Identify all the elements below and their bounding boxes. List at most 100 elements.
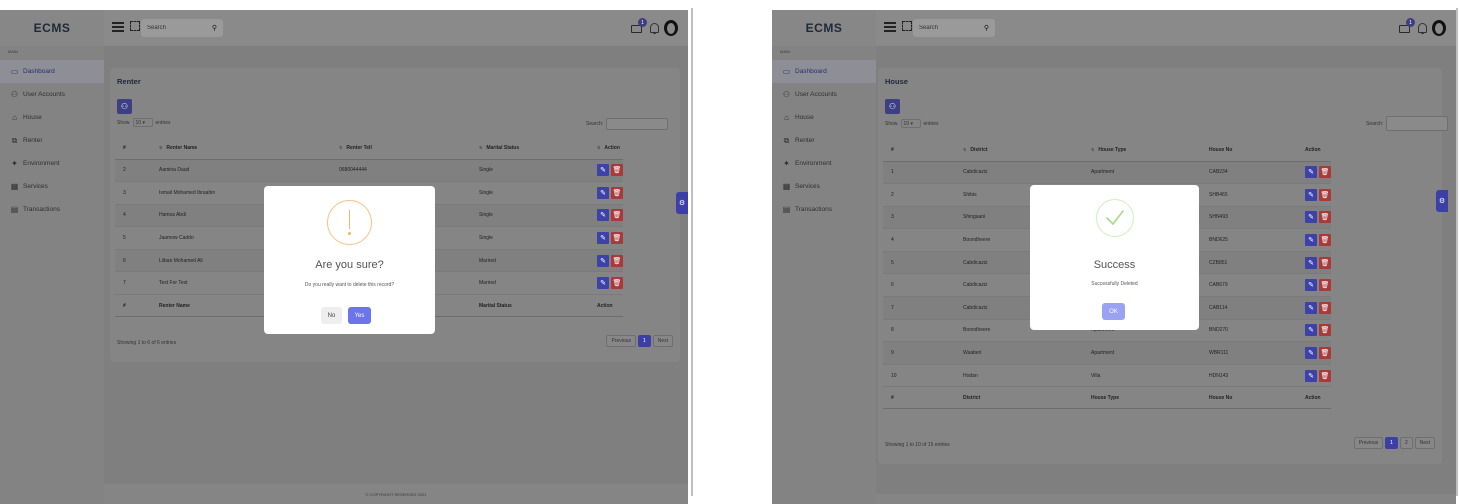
menu-icon[interactable]: [884, 22, 896, 32]
sun-icon: ✦: [11, 159, 18, 168]
sidebar-item-transactions[interactable]: ▤ Transactions: [0, 198, 104, 221]
pager-next[interactable]: Next: [1414, 437, 1435, 449]
search-icon[interactable]: ⚲: [984, 24, 989, 32]
copy-icon: ⧉: [11, 135, 18, 145]
user-plus-icon: ⚇: [120, 102, 129, 111]
menu-icon[interactable]: [112, 22, 124, 32]
column-header[interactable]: Action: [1297, 139, 1331, 162]
edit-icon[interactable]: ✎: [1305, 347, 1317, 360]
search-input[interactable]: [919, 25, 973, 31]
edit-icon[interactable]: ✎: [597, 186, 609, 199]
pager-previous[interactable]: Previous: [1353, 437, 1384, 449]
edit-icon[interactable]: ✎: [1305, 301, 1317, 314]
column-header[interactable]: ⇅ Renter Tell: [331, 137, 471, 160]
pager-previous[interactable]: Previous: [606, 335, 636, 347]
fullscreen-icon[interactable]: [902, 21, 912, 31]
edit-icon[interactable]: ✎: [1305, 279, 1317, 292]
trash-icon[interactable]: 🗑: [611, 277, 623, 290]
edit-icon[interactable]: ✎: [597, 254, 609, 267]
sidebar-item-user-accounts[interactable]: ⚇ User Accounts: [0, 83, 104, 106]
bell-icon[interactable]: [649, 22, 659, 34]
trash-icon[interactable]: 🗑: [1319, 324, 1331, 337]
no-button[interactable]: No: [321, 307, 342, 324]
fullscreen-icon[interactable]: [130, 21, 140, 31]
table-header-row: # ⇅ Renter Name ⇅ Renter Tell ⇅ Marital Sta…: [115, 137, 623, 160]
trash-icon[interactable]: 🗑: [1319, 369, 1331, 382]
sidebar-item-renter[interactable]: ⧉ Renter: [772, 129, 876, 152]
trash-icon[interactable]: 🗑: [611, 186, 623, 199]
sidebar-item-transactions[interactable]: ▤ Transactions: [772, 198, 876, 221]
grid-icon: ▤: [10, 205, 19, 214]
edit-icon[interactable]: ✎: [597, 164, 609, 177]
entries-select[interactable]: 10 ▾: [132, 118, 153, 127]
column-header[interactable]: ⇅ Action: [589, 137, 623, 160]
search-label: Search:: [586, 121, 604, 127]
sidebar-item-dashboard[interactable]: ▭ Dashboard: [772, 60, 876, 83]
settings-gear-icon[interactable]: ⚙: [676, 192, 688, 214]
edit-icon[interactable]: ✎: [597, 209, 609, 222]
trash-icon[interactable]: 🗑: [611, 164, 623, 177]
trash-icon[interactable]: 🗑: [611, 254, 623, 267]
brand-logo[interactable]: ECMS: [0, 10, 104, 46]
cart-icon[interactable]: 1: [1398, 18, 1415, 34]
pager-next[interactable]: Next: [652, 335, 673, 347]
column-header[interactable]: ⇅ Marital Status: [471, 137, 589, 160]
trash-icon[interactable]: 🗑: [1319, 166, 1331, 179]
edit-icon[interactable]: ✎: [1305, 324, 1317, 337]
table-search-input[interactable]: [606, 118, 669, 130]
trash-icon[interactable]: 🗑: [611, 232, 623, 245]
sidebar-item-house[interactable]: ⌂ House: [0, 106, 104, 129]
column-header[interactable]: ⇅ House Type: [1083, 139, 1201, 162]
sidebar-item-user-accounts[interactable]: ⚇ User Accounts: [772, 83, 876, 106]
topbar-actions: 1: [630, 16, 678, 40]
trash-icon[interactable]: 🗑: [1319, 234, 1331, 247]
edit-icon[interactable]: ✎: [597, 277, 609, 290]
sidebar-item-environment[interactable]: ✦ Environment: [0, 152, 104, 175]
edit-icon[interactable]: ✎: [1305, 211, 1317, 224]
pager-page-1[interactable]: 1: [637, 335, 651, 347]
brand-logo[interactable]: ECMS: [772, 10, 876, 46]
pager-page-2[interactable]: 2: [1399, 437, 1413, 449]
column-header[interactable]: ⇅ Renter Name: [151, 137, 331, 160]
avatar[interactable]: [664, 20, 678, 36]
trash-icon[interactable]: 🗑: [1319, 188, 1331, 201]
edit-icon[interactable]: ✎: [1305, 166, 1317, 179]
settings-gear-icon[interactable]: ⚙: [1436, 190, 1448, 212]
trash-icon[interactable]: 🗑: [1319, 279, 1331, 292]
trash-icon[interactable]: 🗑: [611, 209, 623, 222]
trash-icon[interactable]: 🗑: [1319, 347, 1331, 360]
add-user-button[interactable]: ⚇: [117, 99, 132, 114]
search-input[interactable]: [147, 25, 201, 31]
edit-icon[interactable]: ✎: [1305, 188, 1317, 201]
sidebar-item-environment[interactable]: ✦ Environment: [772, 152, 876, 175]
yes-button[interactable]: Yes: [348, 307, 371, 324]
entries-select[interactable]: 10 ▾: [900, 119, 921, 128]
avatar[interactable]: [1432, 20, 1446, 36]
trash-icon[interactable]: 🗑: [1319, 256, 1331, 269]
bell-icon[interactable]: [1417, 22, 1427, 34]
cart-icon[interactable]: 1: [630, 18, 647, 34]
card-title: Renter: [117, 77, 141, 86]
column-header[interactable]: #: [883, 139, 955, 162]
trash-icon[interactable]: 🗑: [1319, 301, 1331, 314]
search-icon[interactable]: ⚲: [212, 24, 217, 32]
column-header[interactable]: House No: [1201, 139, 1297, 162]
column-header[interactable]: #: [115, 137, 151, 160]
trash-icon[interactable]: 🗑: [1319, 211, 1331, 224]
sidebar-item-services[interactable]: ▦ Services: [0, 175, 104, 198]
edit-icon[interactable]: ✎: [597, 232, 609, 245]
edit-icon[interactable]: ✎: [1305, 256, 1317, 269]
table-search-input[interactable]: [1386, 116, 1449, 131]
sidebar-item-dashboard[interactable]: ▭ Dashboard: [0, 60, 104, 83]
add-user-button[interactable]: ⚇: [885, 99, 900, 114]
scrollbar[interactable]: [1456, 8, 1458, 496]
ok-button[interactable]: OK: [1102, 303, 1125, 320]
column-header[interactable]: ⇅ District: [955, 139, 1083, 162]
scrollbar[interactable]: [691, 8, 693, 496]
edit-icon[interactable]: ✎: [1305, 369, 1317, 382]
sidebar-item-services[interactable]: ▦ Services: [772, 175, 876, 198]
sidebar-item-house[interactable]: ⌂ House: [772, 106, 876, 129]
sidebar-item-renter[interactable]: ⧉ Renter: [0, 129, 104, 152]
pager-page-1[interactable]: 1: [1385, 437, 1398, 449]
edit-icon[interactable]: ✎: [1305, 234, 1317, 247]
